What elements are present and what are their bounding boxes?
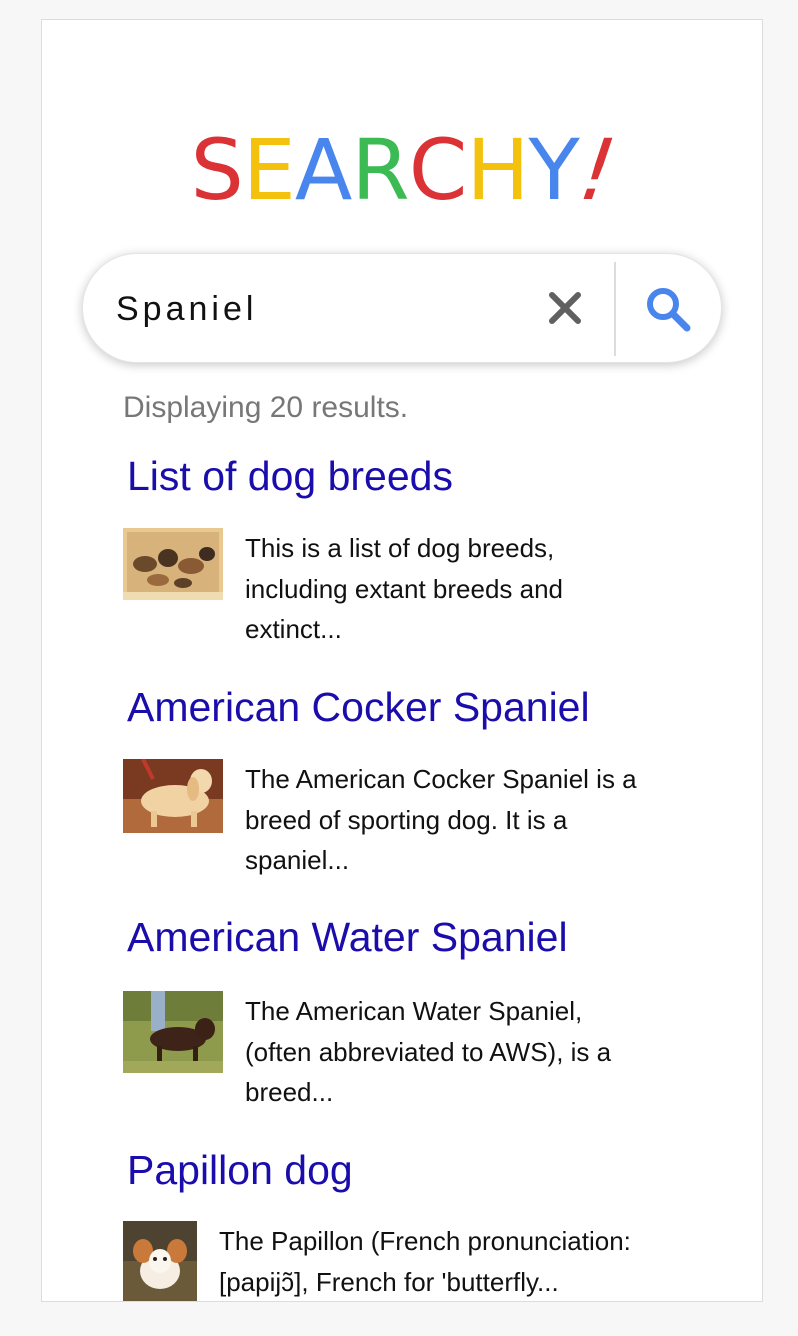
searchy-logo: SEARCHY! [42, 121, 762, 219]
snippet-line: extinct... [245, 614, 342, 644]
snippet-line: The American Water Spaniel, [245, 996, 583, 1026]
clear-search-button[interactable] [545, 288, 585, 328]
result-count: Displaying 20 results. [123, 391, 409, 424]
logo-letter: ! [573, 121, 621, 219]
snippet-line: The Papillon (French pronunciation: [219, 1226, 631, 1256]
snippet-line: (often abbreviated to AWS), is a [245, 1036, 612, 1067]
logo-letter: Y [528, 121, 580, 219]
result-thumbnail[interactable] [123, 1221, 197, 1301]
result-title-link[interactable]: Papillon dog [127, 1147, 353, 1194]
result-snippet: The American Cocker Spaniel is a breed o… [245, 759, 715, 881]
logo-letter: S [190, 121, 243, 219]
search-button[interactable] [643, 284, 693, 334]
logo-letter: H [466, 121, 529, 219]
snippet-line: [papijɔ̃], French for 'butterfly... [219, 1266, 559, 1297]
logo-letter: C [408, 121, 468, 219]
result-title-link[interactable]: List of dog breeds [127, 453, 453, 500]
page-frame: SEARCHY! Displaying 20 results. List of … [41, 19, 763, 1302]
result-thumbnail[interactable] [123, 759, 223, 833]
logo-letter: E [242, 121, 296, 219]
search-input[interactable] [116, 288, 516, 330]
snippet-line: including extant breeds and [245, 573, 564, 604]
snippet-line: The American Cocker Spaniel is a [245, 764, 637, 794]
result-thumbnail[interactable] [123, 991, 223, 1073]
magnifier-icon [647, 288, 691, 332]
result-snippet: The American Water Spaniel, (often abbre… [245, 991, 715, 1113]
result-snippet: This is a list of dog breeds, including … [245, 528, 685, 650]
result-title-link[interactable]: American Cocker Spaniel [127, 684, 590, 731]
snippet-line: This is a list of dog breeds, [245, 533, 555, 563]
logo-letter: R [351, 121, 409, 219]
logo-letter: A [294, 121, 352, 219]
result-thumbnail[interactable] [123, 528, 223, 600]
snippet-line: breed... [245, 1077, 334, 1107]
search-bar [82, 253, 722, 363]
result-title-link[interactable]: American Water Spaniel [127, 914, 568, 961]
search-divider [614, 262, 616, 356]
close-icon [549, 292, 581, 324]
result-snippet: The Papillon (French pronunciation: [pap… [219, 1221, 719, 1301]
snippet-line: spaniel... [245, 845, 350, 875]
snippet-line: breed of sporting dog. It is a [245, 804, 568, 835]
